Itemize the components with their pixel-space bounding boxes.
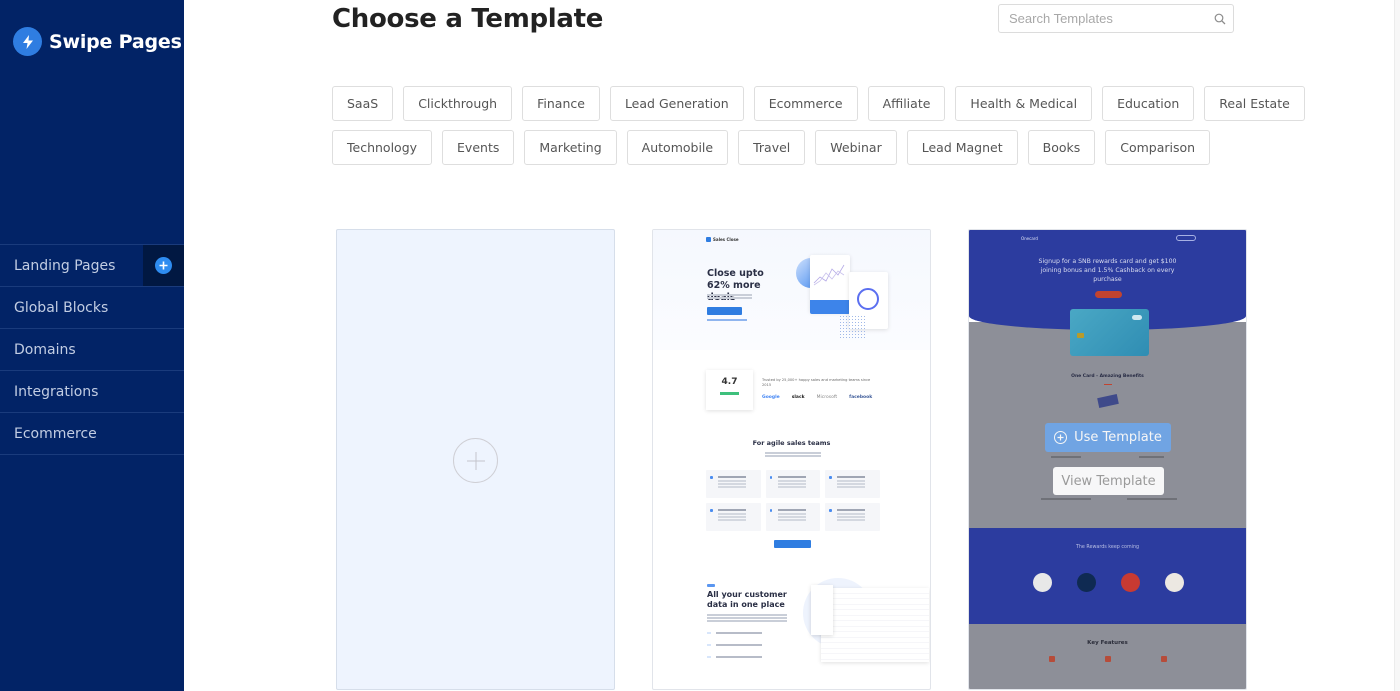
sidebar-item-global-blocks[interactable]: Global Blocks <box>0 287 184 329</box>
preview-section2-title: All your customer data in one place <box>707 590 787 609</box>
preview-logo-text: Sales Close <box>713 237 739 242</box>
category-books[interactable]: Books <box>1027 130 1096 165</box>
category-technology[interactable]: Technology <box>332 130 433 165</box>
template-hover-overlay: Use Template View Template <box>969 230 1246 689</box>
preview-logo: Sales Close <box>706 237 739 242</box>
preview-stat <box>810 300 850 314</box>
preview-link <box>707 319 747 321</box>
category-finance[interactable]: Finance <box>522 86 600 121</box>
view-template-button[interactable]: View Template <box>1053 467 1164 495</box>
view-template-label: View Template <box>1061 473 1156 489</box>
category-automobile[interactable]: Automobile <box>626 130 729 165</box>
preview-trust-text: Trusted by 25,000+ happy sales and marke… <box>762 378 871 387</box>
preview-hero <box>653 230 930 350</box>
category-row: SaaS Clickthrough Finance Lead Generatio… <box>332 86 1305 121</box>
preview-sidebar <box>811 585 833 635</box>
sidebar-item-label: Domains <box>14 341 76 358</box>
category-real-estate[interactable]: Real Estate <box>1204 86 1305 121</box>
search-input[interactable] <box>999 5 1207 32</box>
preview-hero-title: Close upto 62% more deals <box>707 268 764 303</box>
preview-dots <box>839 315 865 339</box>
brand-facebook: facebook <box>849 395 873 400</box>
sidebar-item-label: Ecommerce <box>14 425 97 442</box>
sidebar-item-domains[interactable]: Domains <box>0 329 184 371</box>
page-scrollbar[interactable] <box>1394 0 1400 691</box>
category-events[interactable]: Events <box>442 130 515 165</box>
preview-feature <box>765 470 821 498</box>
preview-text <box>707 294 752 296</box>
sidebar-item-integrations[interactable]: Integrations <box>0 371 184 413</box>
category-travel[interactable]: Travel <box>738 130 806 165</box>
preview-text <box>707 614 787 616</box>
preview-cta <box>707 307 742 315</box>
preview-section-title: For agile sales teams <box>752 439 831 447</box>
brand-slack: slack <box>791 395 805 400</box>
preview-cta-2 <box>774 540 811 548</box>
plus-icon <box>155 257 172 274</box>
category-education[interactable]: Education <box>1102 86 1195 121</box>
preview-feature-grid <box>706 470 880 531</box>
sidebar-item-label: Integrations <box>14 383 99 400</box>
use-template-button[interactable]: Use Template <box>1045 423 1171 452</box>
sidebar-item-landing-pages[interactable]: Landing Pages <box>0 245 184 287</box>
plus-circle-icon[interactable] <box>453 438 498 483</box>
sidebar-item-ecommerce[interactable]: Ecommerce <box>0 413 184 455</box>
template-preview: Sales Close Close upto 62% more deals 4.… <box>653 230 930 689</box>
category-health-medical[interactable]: Health & Medical <box>955 86 1093 121</box>
category-comparison[interactable]: Comparison <box>1105 130 1211 165</box>
brand[interactable]: Swipe Pages <box>13 27 182 56</box>
preview-feature <box>706 503 761 531</box>
category-lead-magnet[interactable]: Lead Magnet <box>906 130 1018 165</box>
preview-list <box>707 632 762 668</box>
template-card-rewards[interactable]: Onecard Signup for a SNB rewards card an… <box>968 229 1247 690</box>
sidebar: Swipe Pages Landing Pages Global Blocks … <box>0 0 184 691</box>
sidebar-item-label: Landing Pages <box>14 257 116 274</box>
app: Swipe Pages Landing Pages Global Blocks … <box>0 0 1400 691</box>
preview-feature <box>706 470 761 498</box>
category-filters: SaaS Clickthrough Finance Lead Generatio… <box>332 86 1305 174</box>
category-ecommerce[interactable]: Ecommerce <box>753 86 858 121</box>
search-icon[interactable] <box>1207 13 1233 25</box>
brand-name: Swipe Pages <box>49 30 182 53</box>
preview-tag <box>707 584 715 587</box>
plus-circle-icon <box>1054 431 1068 444</box>
category-affiliate[interactable]: Affiliate <box>867 86 946 121</box>
preview-rating: 4.7 <box>706 370 753 410</box>
template-card-sales-close[interactable]: Sales Close Close upto 62% more deals 4.… <box>652 229 931 690</box>
category-row: Technology Events Marketing Automobile T… <box>332 130 1212 165</box>
category-lead-generation[interactable]: Lead Generation <box>609 86 744 121</box>
category-saas[interactable]: SaaS <box>332 86 394 121</box>
preview-brand-logos: Google slack Microsoft facebook <box>762 395 872 400</box>
use-template-label: Use Template <box>1074 430 1162 445</box>
preview-ring <box>857 288 879 310</box>
category-clickthrough[interactable]: Clickthrough <box>403 86 513 121</box>
search-box <box>998 4 1234 33</box>
sidebar-item-label: Global Blocks <box>14 299 109 316</box>
bolt-icon <box>13 27 42 56</box>
category-marketing[interactable]: Marketing <box>524 130 617 165</box>
preview-table <box>821 588 929 662</box>
preview-feature <box>825 503 880 531</box>
page-title: Choose a Template <box>332 4 604 34</box>
blank-template-card[interactable] <box>336 229 615 690</box>
preview-feature <box>765 503 821 531</box>
preview-subtext <box>765 452 821 454</box>
brand-microsoft: Microsoft <box>816 395 838 400</box>
preview-rating-value: 4.7 <box>721 377 738 387</box>
sidebar-nav: Landing Pages Global Blocks Domains Inte… <box>0 244 184 455</box>
preview-feature <box>825 470 880 498</box>
category-webinar[interactable]: Webinar <box>815 130 897 165</box>
brand-google: Google <box>762 395 780 400</box>
add-landing-page-button[interactable] <box>143 245 184 286</box>
